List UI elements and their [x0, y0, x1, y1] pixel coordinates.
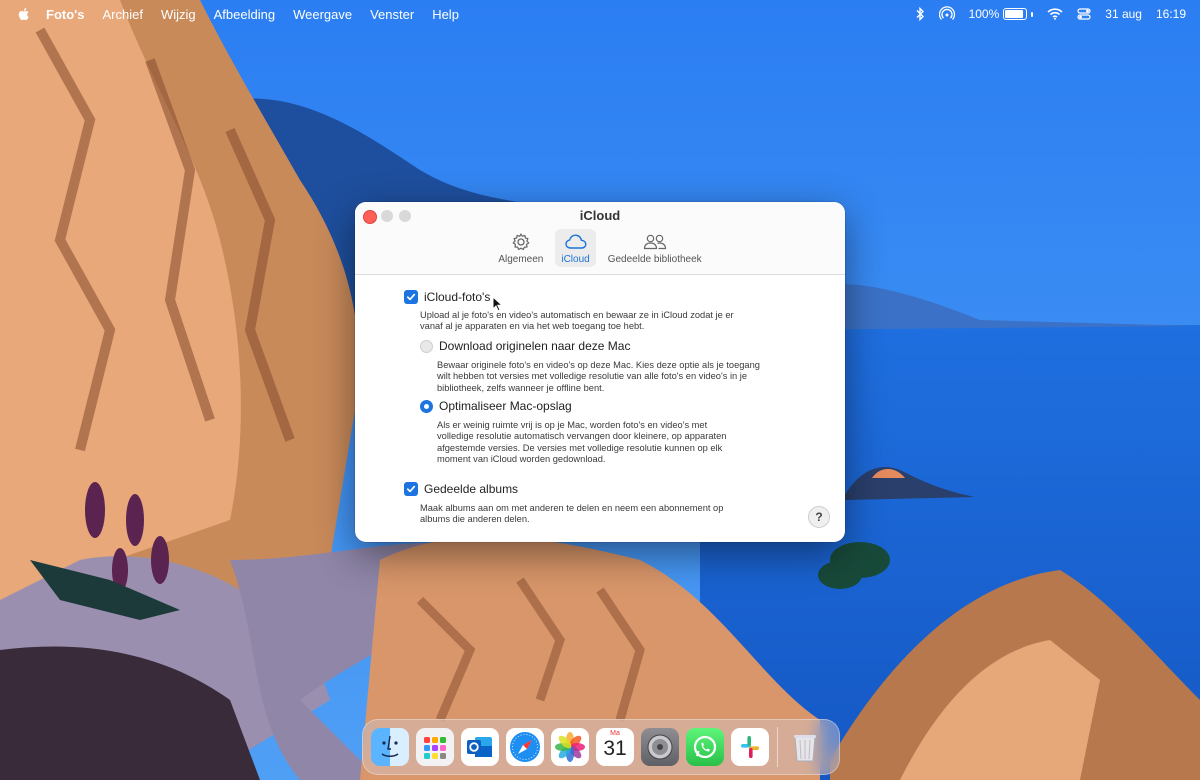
tab-icloud[interactable]: iCloud: [555, 229, 596, 267]
download-originals-option[interactable]: Download originelen naar deze Mac: [420, 339, 630, 353]
checkmark-icon: [406, 293, 416, 301]
menu-afbeelding[interactable]: Afbeelding: [214, 7, 275, 22]
finder-icon: [381, 735, 399, 757]
calendar-day: 31: [603, 737, 627, 760]
tab-algemeen[interactable]: Algemeen: [492, 229, 549, 267]
menubar-date[interactable]: 31 aug: [1105, 7, 1142, 21]
download-originals-radio[interactable]: [420, 339, 433, 353]
dock-slack[interactable]: [731, 728, 769, 766]
icloud-photos-label: iCloud-foto's: [424, 290, 491, 304]
battery-percent: 100%: [968, 7, 1000, 21]
icloud-settings-window: iCloud Algemeen iCloud Gedeelde biblioth…: [355, 202, 845, 542]
icloud-photos-option[interactable]: iCloud-foto's: [404, 290, 490, 304]
optimize-storage-option[interactable]: Optimaliseer Mac-opslag: [420, 399, 572, 413]
photos-flower-icon: [555, 732, 585, 762]
dock-whatsapp[interactable]: [686, 728, 724, 766]
menu-venster[interactable]: Venster: [370, 7, 414, 22]
dock-separator: [777, 727, 778, 767]
battery-indicator[interactable]: 100%: [969, 7, 1034, 21]
safari-compass-icon: [510, 732, 540, 762]
apple-logo-icon[interactable]: [16, 6, 32, 22]
gear-icon: [512, 233, 530, 251]
mouse-pointer-icon: [492, 296, 504, 312]
download-originals-label: Download originelen naar deze Mac: [439, 339, 631, 353]
menu-bar: Foto's Archief Wijzig Afbeelding Weergav…: [0, 0, 1200, 28]
dock: Ma 31: [362, 719, 840, 775]
download-originals-description: Bewaar originele foto's en video's op de…: [437, 360, 760, 393]
dock-system-settings[interactable]: [641, 728, 679, 766]
optimize-storage-description: Als er weinig ruimte vrij is op je Mac, …: [437, 420, 727, 464]
shared-albums-description: Maak albums aan om met anderen te delen …: [420, 503, 724, 525]
tab-icloud-label: iCloud: [561, 254, 590, 265]
icloud-photos-description: Upload al je foto's en video's automatis…: [420, 310, 734, 332]
launchpad-icon: [424, 737, 446, 759]
settings-gear-icon: [647, 734, 673, 760]
settings-tabs: Algemeen iCloud Gedeelde bibliotheek: [355, 229, 845, 267]
shared-albums-label: Gedeelde albums: [424, 482, 519, 496]
dock-finder[interactable]: [371, 728, 409, 766]
menu-app-name[interactable]: Foto's: [46, 7, 84, 22]
dock-calendar[interactable]: Ma 31: [596, 728, 634, 766]
airdrop-icon[interactable]: [938, 6, 955, 22]
shared-albums-checkbox[interactable]: [404, 482, 418, 496]
slack-icon: [741, 736, 759, 758]
help-button[interactable]: ?: [808, 506, 830, 528]
trash-icon: [794, 735, 816, 762]
control-center-icon[interactable]: [1077, 7, 1091, 21]
outlook-icon: [467, 737, 492, 757]
wifi-icon[interactable]: [1047, 8, 1063, 20]
shared-albums-option[interactable]: Gedeelde albums: [404, 482, 518, 496]
dock-launchpad[interactable]: [416, 728, 454, 766]
menu-weergave[interactable]: Weergave: [293, 7, 352, 22]
tab-gedeelde-bibliotheek[interactable]: Gedeelde bibliotheek: [602, 229, 708, 267]
calendar-month: Ma: [610, 730, 620, 737]
optimize-storage-radio[interactable]: [420, 399, 433, 413]
dock-safari[interactable]: [506, 728, 544, 766]
dock-outlook[interactable]: [461, 728, 499, 766]
checkmark-icon: [406, 485, 416, 493]
optimize-storage-label: Optimaliseer Mac-opslag: [439, 399, 572, 413]
people-icon: [643, 234, 666, 250]
menu-help[interactable]: Help: [432, 7, 459, 22]
menu-archief[interactable]: Archief: [102, 7, 142, 22]
dock-trash[interactable]: [786, 728, 824, 766]
dock-photos[interactable]: [551, 728, 589, 766]
window-title: iCloud: [579, 208, 621, 223]
menu-wijzig[interactable]: Wijzig: [161, 7, 196, 22]
battery-icon: [1003, 8, 1028, 20]
cloud-icon: [564, 234, 587, 249]
tab-algemeen-label: Algemeen: [498, 254, 544, 265]
status-area: 100% 31 aug 16:19: [915, 0, 1186, 28]
tab-gedeelde-bibliotheek-label: Gedeelde bibliotheek: [607, 254, 702, 265]
menubar-time[interactable]: 16:19: [1156, 7, 1186, 21]
bluetooth-icon[interactable]: [915, 7, 925, 21]
window-titlebar: iCloud Algemeen iCloud Gedeelde biblioth…: [355, 202, 845, 275]
whatsapp-icon: [693, 735, 717, 759]
icloud-photos-checkbox[interactable]: [404, 290, 418, 304]
